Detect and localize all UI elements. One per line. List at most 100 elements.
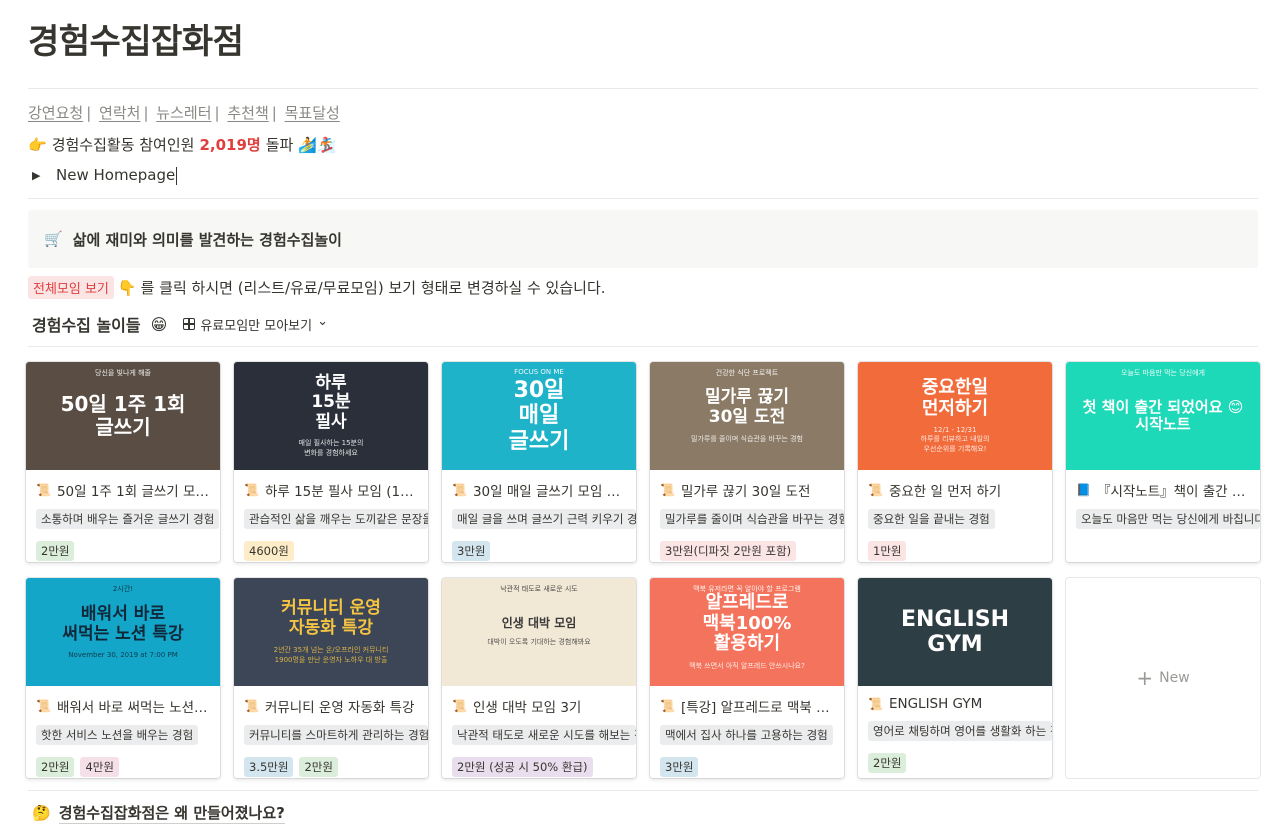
card-title[interactable]: 📜 ENGLISH GYM [858,686,1052,712]
page-title: 경험수집잡화점 [28,22,244,62]
cover-caption: 2시간! [112,585,134,593]
gallery-card[interactable]: 건강한 식단 프로젝트 밀가루 끊기 30일 도전 밀가루를 줄이며 식습관을 바꾸… [650,362,844,562]
card-description: 중요한 일을 끝내는 경험 [868,509,995,529]
scroll-icon: 📜 [244,483,259,497]
card-title-text[interactable]: 배워서 바로 써먹는 노션 ... [57,696,210,716]
pointing-down-icon: 👇 [117,278,137,297]
card-title[interactable]: 📜 인생 대박 모임 3기 [442,686,636,716]
pointing-hand-icon: 👉 [28,135,47,154]
chevron-down-icon[interactable]: ⌄ [317,314,328,329]
card-price-tags: 2만원 (성공 시 50% 환급) [452,757,626,777]
view-switcher[interactable]: 유료모임만 모아보기 ⌄ [183,314,328,334]
price-tag: 2만원 [36,541,75,561]
link-newsletter[interactable]: 뉴스레터 [156,104,211,122]
card-title[interactable]: 📜 하루 15분 필사 모임 (12... [234,470,428,500]
cover-headline: 밀가루 끊기 30일 도전 [704,387,790,427]
gallery-card[interactable]: 하루 15분 필사매일 필사하는 15분의 변화를 경험하세요 📜 하루 15분 필… [234,362,428,562]
surfer-icon: 🏄🏂 [298,135,336,154]
link-contact[interactable]: 연락처 [99,104,140,122]
card-cover-image[interactable]: 중요한일 먼저하기 12/1 - 12/31 하루를 리뷰하고 내일의 우선순위를… [858,362,1052,470]
view-switch-label[interactable]: 유료모임만 모아보기 [200,315,312,334]
scroll-icon: 📜 [660,483,675,497]
card-price-tags: 3만원 [452,541,626,561]
card-cover-image[interactable]: 건강한 식단 프로젝트밀가루 끊기 30일 도전밀가루를 줄이며 식습관을 바꾸… [650,362,844,470]
new-card-label[interactable]: New [1159,670,1190,686]
cover-subtext: 대박이 오도록 기대하는 경험해봐요 [487,637,591,646]
scroll-icon: 📜 [868,483,883,497]
gallery-title: 경험수집 놀이들 [32,316,141,335]
grin-icon: 😁 [150,314,168,334]
card-cover-image[interactable]: 낙관적 태도로 새로운 시도 인생 대박 모임 대박이 오도록 기대하는 경험해봐요 [442,578,636,686]
gallery-card[interactable]: 2시간! 배워서 바로 써먹는 노션 특강 November 30, 2019 at… [26,578,220,778]
card-title-text[interactable]: 밀가루 끊기 30일 도전 [681,480,810,500]
card-description: 맥에서 집사 하나를 고용하는 경험 [660,725,833,745]
card-title-text[interactable]: [특강] 알프레드로 맥북 1... [681,696,834,716]
card-description: 낙관적 태도로 새로운 시도를 해보는 경 [452,725,636,745]
participant-count: 2,019명 [199,136,261,154]
card-title-text[interactable]: ENGLISH GYM [889,696,982,712]
gallery-card[interactable]: 중요한일 먼저하기 12/1 - 12/31 하루를 리뷰하고 내일의 우선순위를… [858,362,1052,562]
card-cover-image[interactable]: ENGLISH GYM [858,578,1052,686]
scroll-icon: 📘 [1076,483,1091,497]
link-recommended-books[interactable]: 추천책 [227,104,268,122]
card-description: 매일 글을 쓰며 글쓰기 근력 키우기 경험 [452,509,636,529]
gallery-card[interactable]: 오늘도 마음만 먹는 당신에게 첫 책이 출간 되었어요 😊 시작노트 📘 『시작노트… [1066,362,1260,562]
card-title-text[interactable]: 하루 15분 필사 모임 (12... [265,480,418,500]
card-title[interactable]: 📘 『시작노트』책이 출간 되었... [1066,470,1260,500]
card-title[interactable]: 📜 50일 1주 1회 글쓰기 모임 ... [26,470,220,500]
gallery-card[interactable]: FOCUS ON ME 30일 매일 글쓰기 📜 30일 매일 글쓰기 모임 18기매… [442,362,636,562]
cover-caption: FOCUS ON ME [514,368,564,376]
cover-caption: 건강한 식단 프로젝트 [715,369,779,377]
cover-headline: 하루 15분 필사 [311,372,351,432]
gallery-card[interactable]: 맥북 유저라면 꼭 알아야 할 프로그램 알프레드로 맥북100% 활용하기 맥북 … [650,578,844,778]
card-title-text[interactable]: 인생 대박 모임 3기 [473,696,581,716]
card-cover-image[interactable]: FOCUS ON ME 30일 매일 글쓰기 [442,362,636,470]
card-price-tags: 3.5만원 2만원 [244,757,418,777]
cover-caption: 당신을 빛나게 해줄 [95,369,151,377]
scroll-icon: 📜 [868,697,883,711]
card-title-text[interactable]: 『시작노트』책이 출간 되었... [1097,480,1250,500]
faq-heading[interactable]: 🤔 경험수집잡화점은 왜 만들어졌나요? [32,802,285,824]
card-cover-image[interactable]: 하루 15분 필사매일 필사하는 15분의 변화를 경험하세요 [234,362,428,470]
card-title-text[interactable]: 커뮤니티 운영 자동화 특강 [265,696,415,716]
gallery-card[interactable]: 커뮤니티 운영 자동화 특강 2년간 35개 넘는 온/오프라인 커뮤니티 190… [234,578,428,778]
link-lecture-request[interactable]: 강연요청 [28,104,83,122]
card-title-text[interactable]: 30일 매일 글쓰기 모임 18기 [473,480,626,500]
cover-subtext: 매일 필사하는 15분의 변화를 경험하세요 [298,439,364,458]
card-title[interactable]: 📜 30일 매일 글쓰기 모임 18기 [442,470,636,500]
toggle-triangle-icon[interactable]: ▶ [32,169,46,182]
card-title[interactable]: 📜 커뮤니티 운영 자동화 특강 [234,686,428,716]
cover-caption: 오늘도 마음만 먹는 당신에게 [1121,369,1205,377]
card-description: 오늘도 마음만 먹는 당신에게 바칩니다 [1076,509,1260,529]
gallery-card[interactable]: ENGLISH GYM 📜 ENGLISH GYM 영어로 채팅하며 영어를 생활화 … [858,578,1052,778]
stat-prefix: 경험수집활동 참여인원 [51,136,195,154]
card-title[interactable]: 📜 밀가루 끊기 30일 도전 [650,470,844,500]
card-cover-image[interactable]: 당신을 빛나게 해줄 50일 1주 1회 글쓰기 [26,362,220,470]
card-price-tags: 2만원 4만원 [36,757,210,777]
toggle-new-homepage[interactable]: ▶ New Homepage [32,166,178,185]
all-meetups-tag[interactable]: 전체모임 보기 [28,276,114,299]
toggle-label[interactable]: New Homepage [56,166,178,185]
card-price-tags: 4600원 [244,541,418,561]
card-title[interactable]: 📜 [특강] 알프레드로 맥북 1... [650,686,844,716]
card-cover-image[interactable]: 맥북 유저라면 꼭 알아야 할 프로그램 알프레드로 맥북100% 활용하기 맥북 … [650,578,844,686]
card-cover-image[interactable]: 커뮤니티 운영 자동화 특강 2년간 35개 넘는 온/오프라인 커뮤니티 190… [234,578,428,686]
stat-suffix: 돌파 [265,136,294,154]
new-card-button[interactable]: + New [1066,578,1260,778]
price-tag: 3만원 [660,757,699,777]
faq-link[interactable]: 경험수집잡화점은 왜 만들어졌나요? [58,802,285,824]
price-tag: 2만원 [868,753,907,773]
gallery-card[interactable]: 낙관적 태도로 새로운 시도 인생 대박 모임 대박이 오도록 기대하는 경험해봐요… [442,578,636,778]
price-tag: 4600원 [244,541,294,561]
card-cover-image[interactable]: 오늘도 마음만 먹는 당신에게 첫 책이 출간 되었어요 😊 시작노트 [1066,362,1260,470]
card-title-text[interactable]: 중요한 일 먼저 하기 [889,480,1001,500]
link-goal-achievement[interactable]: 목표달성 [285,104,340,122]
card-title[interactable]: 📜 배워서 바로 써먹는 노션 ... [26,686,220,716]
gallery-card[interactable]: 당신을 빛나게 해줄 50일 1주 1회 글쓰기 📜 50일 1주 1회 글쓰기 모임… [26,362,220,562]
card-title[interactable]: 📜 중요한 일 먼저 하기 [858,470,1052,500]
card-title-text[interactable]: 50일 1주 1회 글쓰기 모임 ... [57,480,210,500]
card-cover-image[interactable]: 2시간! 배워서 바로 써먹는 노션 특강 November 30, 2019 at… [26,578,220,686]
card-price-tags: 2만원 [868,753,1042,773]
card-description: 핫한 서비스 노션을 배우는 경험 [36,725,199,745]
cover-subtext: 밀가루를 줄이며 식습관을 바꾸는 경험 [691,434,803,443]
